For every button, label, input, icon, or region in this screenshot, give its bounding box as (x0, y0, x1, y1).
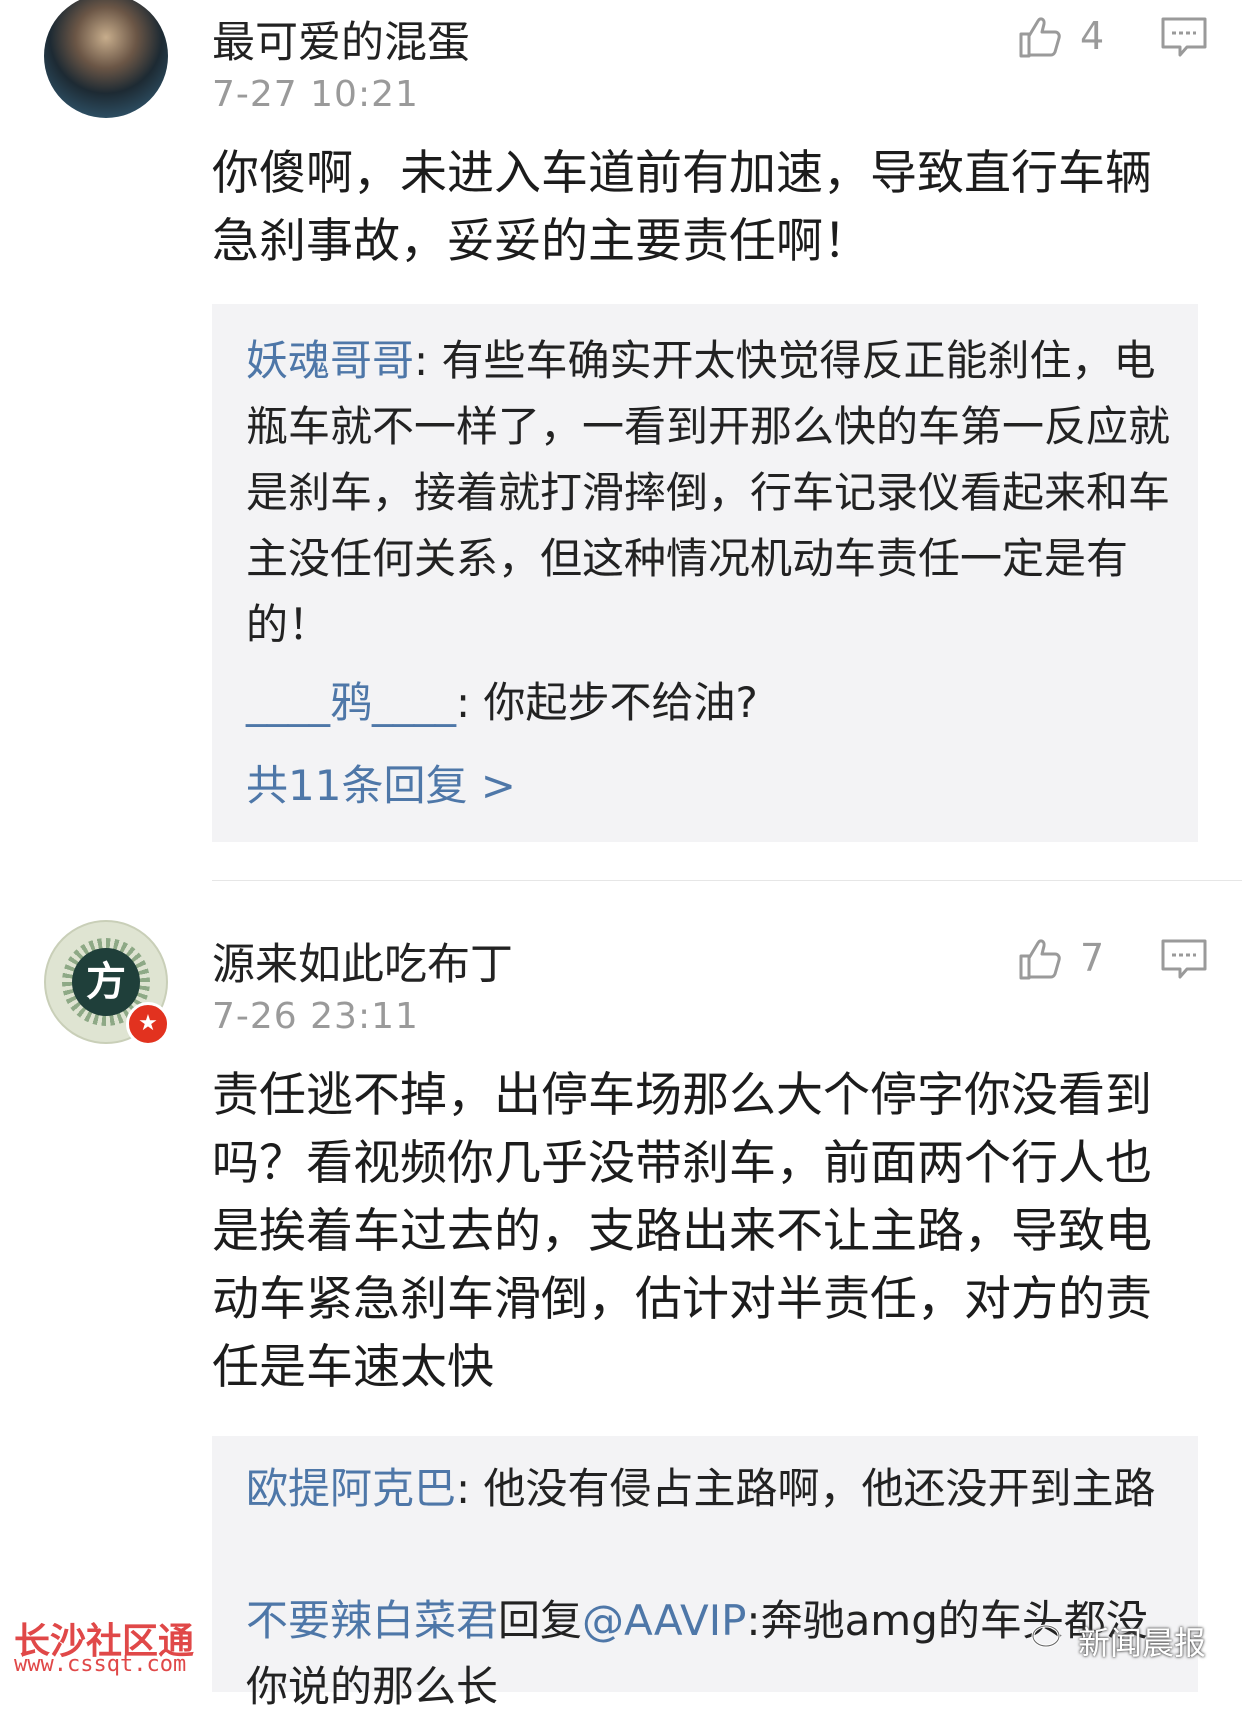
comment-time: 7-26 23:11 (212, 996, 419, 1037)
reply-separator: : (456, 678, 484, 727)
comment-reply-icon[interactable] (1160, 938, 1208, 982)
reply-separator: : (456, 1464, 484, 1513)
avatar[interactable] (44, 0, 168, 118)
divider (212, 880, 1242, 881)
like-count: 7 (1080, 936, 1105, 980)
watermark-site-url: www.cssqt.com (14, 1652, 187, 1677)
reply-author[interactable]: ____鸦____ (246, 678, 456, 727)
comment-reply-icon[interactable] (1160, 16, 1208, 60)
reply-text: 他没有侵占主路啊，他还没开到主路 (483, 1464, 1156, 1513)
reply-mention[interactable]: @AAVIP (582, 1596, 746, 1645)
comment-text: 你傻啊，未进入车道前有加速，导致直行车辆急刹事故，妥妥的主要责任啊！ (212, 146, 1152, 269)
comment-text: 责任逃不掉，出停车场那么大个停字你没看到吗？看视频你几乎没带刹车，前面两个行人也… (212, 1068, 1152, 1395)
comment-item: 最可爱的混蛋 7-27 10:21 4 你傻啊，未进入车道前有加速，导致直行车辆… (0, 0, 1242, 850)
reply-author[interactable]: 妖魂哥哥 (246, 336, 414, 385)
reply-list: 妖魂哥哥: 有些车确实开太快觉得反正能刹住，电瓶车就不一样了，一看到开那么快的车… (212, 304, 1198, 842)
avatar-char: 方 (72, 948, 140, 1016)
comment-username[interactable]: 源来如此吃布丁 (212, 930, 513, 992)
wechat-icon (1031, 1624, 1061, 1648)
reply-author[interactable]: 欧提阿克巴 (246, 1464, 456, 1513)
reply-separator: : (414, 336, 442, 385)
thumbs-up-icon[interactable] (1015, 12, 1065, 62)
reply-author[interactable]: 不要辣白菜君 (246, 1596, 498, 1645)
watermark-source: 新闻晨报 (1078, 1624, 1207, 1662)
reply-item[interactable]: ____鸦____: 你起步不给油? (246, 670, 1186, 736)
reply-item[interactable]: 妖魂哥哥: 有些车确实开太快觉得反正能刹住，电瓶车就不一样了，一看到开那么快的车… (246, 328, 1186, 658)
reply-item[interactable]: 欧提阿克巴: 他没有侵占主路啊，他还没开到主路 (246, 1456, 1186, 1522)
thumbs-up-icon[interactable] (1015, 934, 1065, 984)
comment-item: 方 ★ 源来如此吃布丁 7-26 23:11 7 责任逃不掉，出停车场那么大个停… (0, 900, 1242, 1711)
reply-text: 你起步不给油? (483, 678, 758, 727)
reply-separator: 回复 (498, 1596, 583, 1645)
comment-time: 7-27 10:21 (212, 74, 419, 115)
comment-username[interactable]: 最可爱的混蛋 (212, 8, 470, 70)
verified-badge-icon: ★ (126, 1002, 170, 1046)
like-count: 4 (1080, 14, 1105, 58)
view-all-replies-link[interactable]: 共11条回复 > (246, 752, 516, 813)
